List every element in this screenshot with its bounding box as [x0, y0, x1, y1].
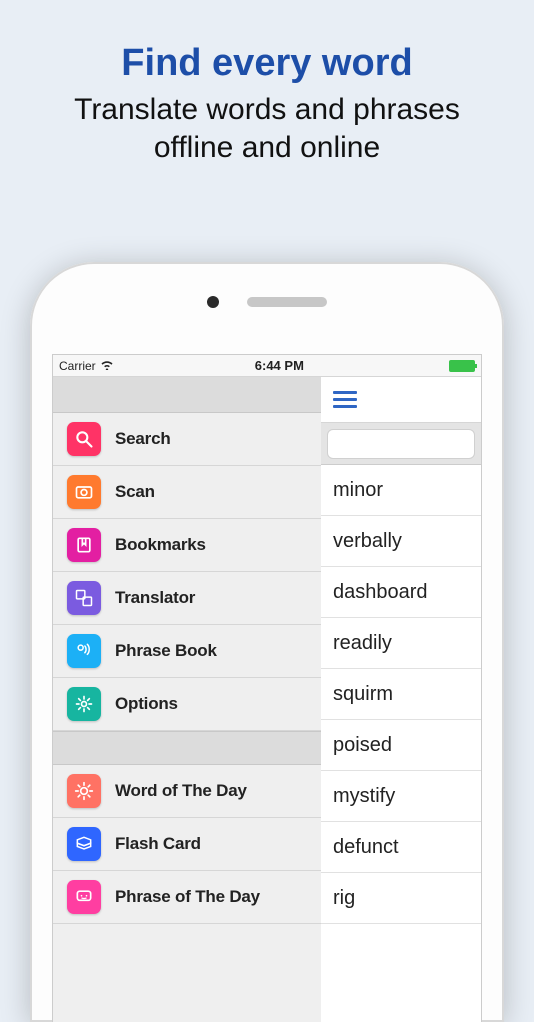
search-icon: [67, 422, 101, 456]
promo-subtitle: Translate words and phrases offline and …: [0, 91, 534, 166]
translate-icon: [67, 581, 101, 615]
speaker-icon: [67, 634, 101, 668]
phone-screen: Carrier 6:44 PM: [52, 354, 482, 1022]
promo-sub-line1: Translate words and phrases: [74, 93, 460, 126]
main-page: minor verbally dashboard readily squirm …: [321, 377, 481, 1022]
sidebar-item-label: Phrase of The Day: [115, 887, 260, 907]
card-icon: [67, 827, 101, 861]
carrier-label: Carrier: [59, 359, 96, 373]
sidebar-item-phrasebook[interactable]: Phrase Book: [53, 625, 321, 678]
wifi-icon: [100, 359, 114, 373]
side-drawer: Search Scan Bookmarks: [53, 377, 321, 1022]
sidebar-item-potd[interactable]: Phrase of The Day: [53, 871, 321, 924]
sidebar-item-wotd[interactable]: Word of The Day: [53, 765, 321, 818]
phone-camera-dot: [207, 296, 219, 308]
status-bar: Carrier 6:44 PM: [53, 355, 481, 377]
sidebar-item-label: Flash Card: [115, 834, 201, 854]
drawer-divider: [53, 731, 321, 765]
menu-icon[interactable]: [333, 391, 357, 408]
promo-sub-line2: offline and online: [154, 131, 380, 164]
list-item[interactable]: dashboard: [321, 567, 481, 618]
sidebar-item-bookmarks[interactable]: Bookmarks: [53, 519, 321, 572]
camera-icon: [67, 475, 101, 509]
sidebar-item-label: Search: [115, 429, 171, 449]
drawer-section-1: Search Scan Bookmarks: [53, 413, 321, 731]
sidebar-item-label: Bookmarks: [115, 535, 206, 555]
sidebar-item-label: Translator: [115, 588, 195, 608]
phone-frame: Carrier 6:44 PM: [30, 262, 504, 1022]
search-bar-container: [321, 423, 481, 465]
search-input[interactable]: [327, 429, 475, 459]
sidebar-item-translator[interactable]: Translator: [53, 572, 321, 625]
list-item[interactable]: verbally: [321, 516, 481, 567]
list-item[interactable]: readily: [321, 618, 481, 669]
battery-icon: [449, 360, 475, 372]
phone-top: [30, 262, 504, 342]
bookmark-icon: [67, 528, 101, 562]
list-item[interactable]: defunct: [321, 822, 481, 873]
sidebar-item-scan[interactable]: Scan: [53, 466, 321, 519]
drawer-section-2: Word of The Day Flash Card Phrase of The…: [53, 765, 321, 924]
sidebar-item-options[interactable]: Options: [53, 678, 321, 731]
sidebar-item-label: Word of The Day: [115, 781, 247, 801]
list-item[interactable]: poised: [321, 720, 481, 771]
gear-icon: [67, 687, 101, 721]
list-item[interactable]: mystify: [321, 771, 481, 822]
list-item[interactable]: minor: [321, 465, 481, 516]
phone-speaker: [247, 297, 327, 307]
word-list: minor verbally dashboard readily squirm …: [321, 465, 481, 924]
main-header: [321, 377, 481, 423]
sun-icon: [67, 774, 101, 808]
promo-headline: Find every word: [0, 42, 534, 85]
sidebar-item-label: Phrase Book: [115, 641, 217, 661]
drawer-spacer: [53, 377, 321, 413]
sidebar-item-flashcard[interactable]: Flash Card: [53, 818, 321, 871]
status-time: 6:44 PM: [114, 358, 445, 373]
sidebar-item-search[interactable]: Search: [53, 413, 321, 466]
list-item[interactable]: squirm: [321, 669, 481, 720]
list-item[interactable]: rig: [321, 873, 481, 924]
chat-icon: [67, 880, 101, 914]
sidebar-item-label: Scan: [115, 482, 155, 502]
sidebar-item-label: Options: [115, 694, 178, 714]
